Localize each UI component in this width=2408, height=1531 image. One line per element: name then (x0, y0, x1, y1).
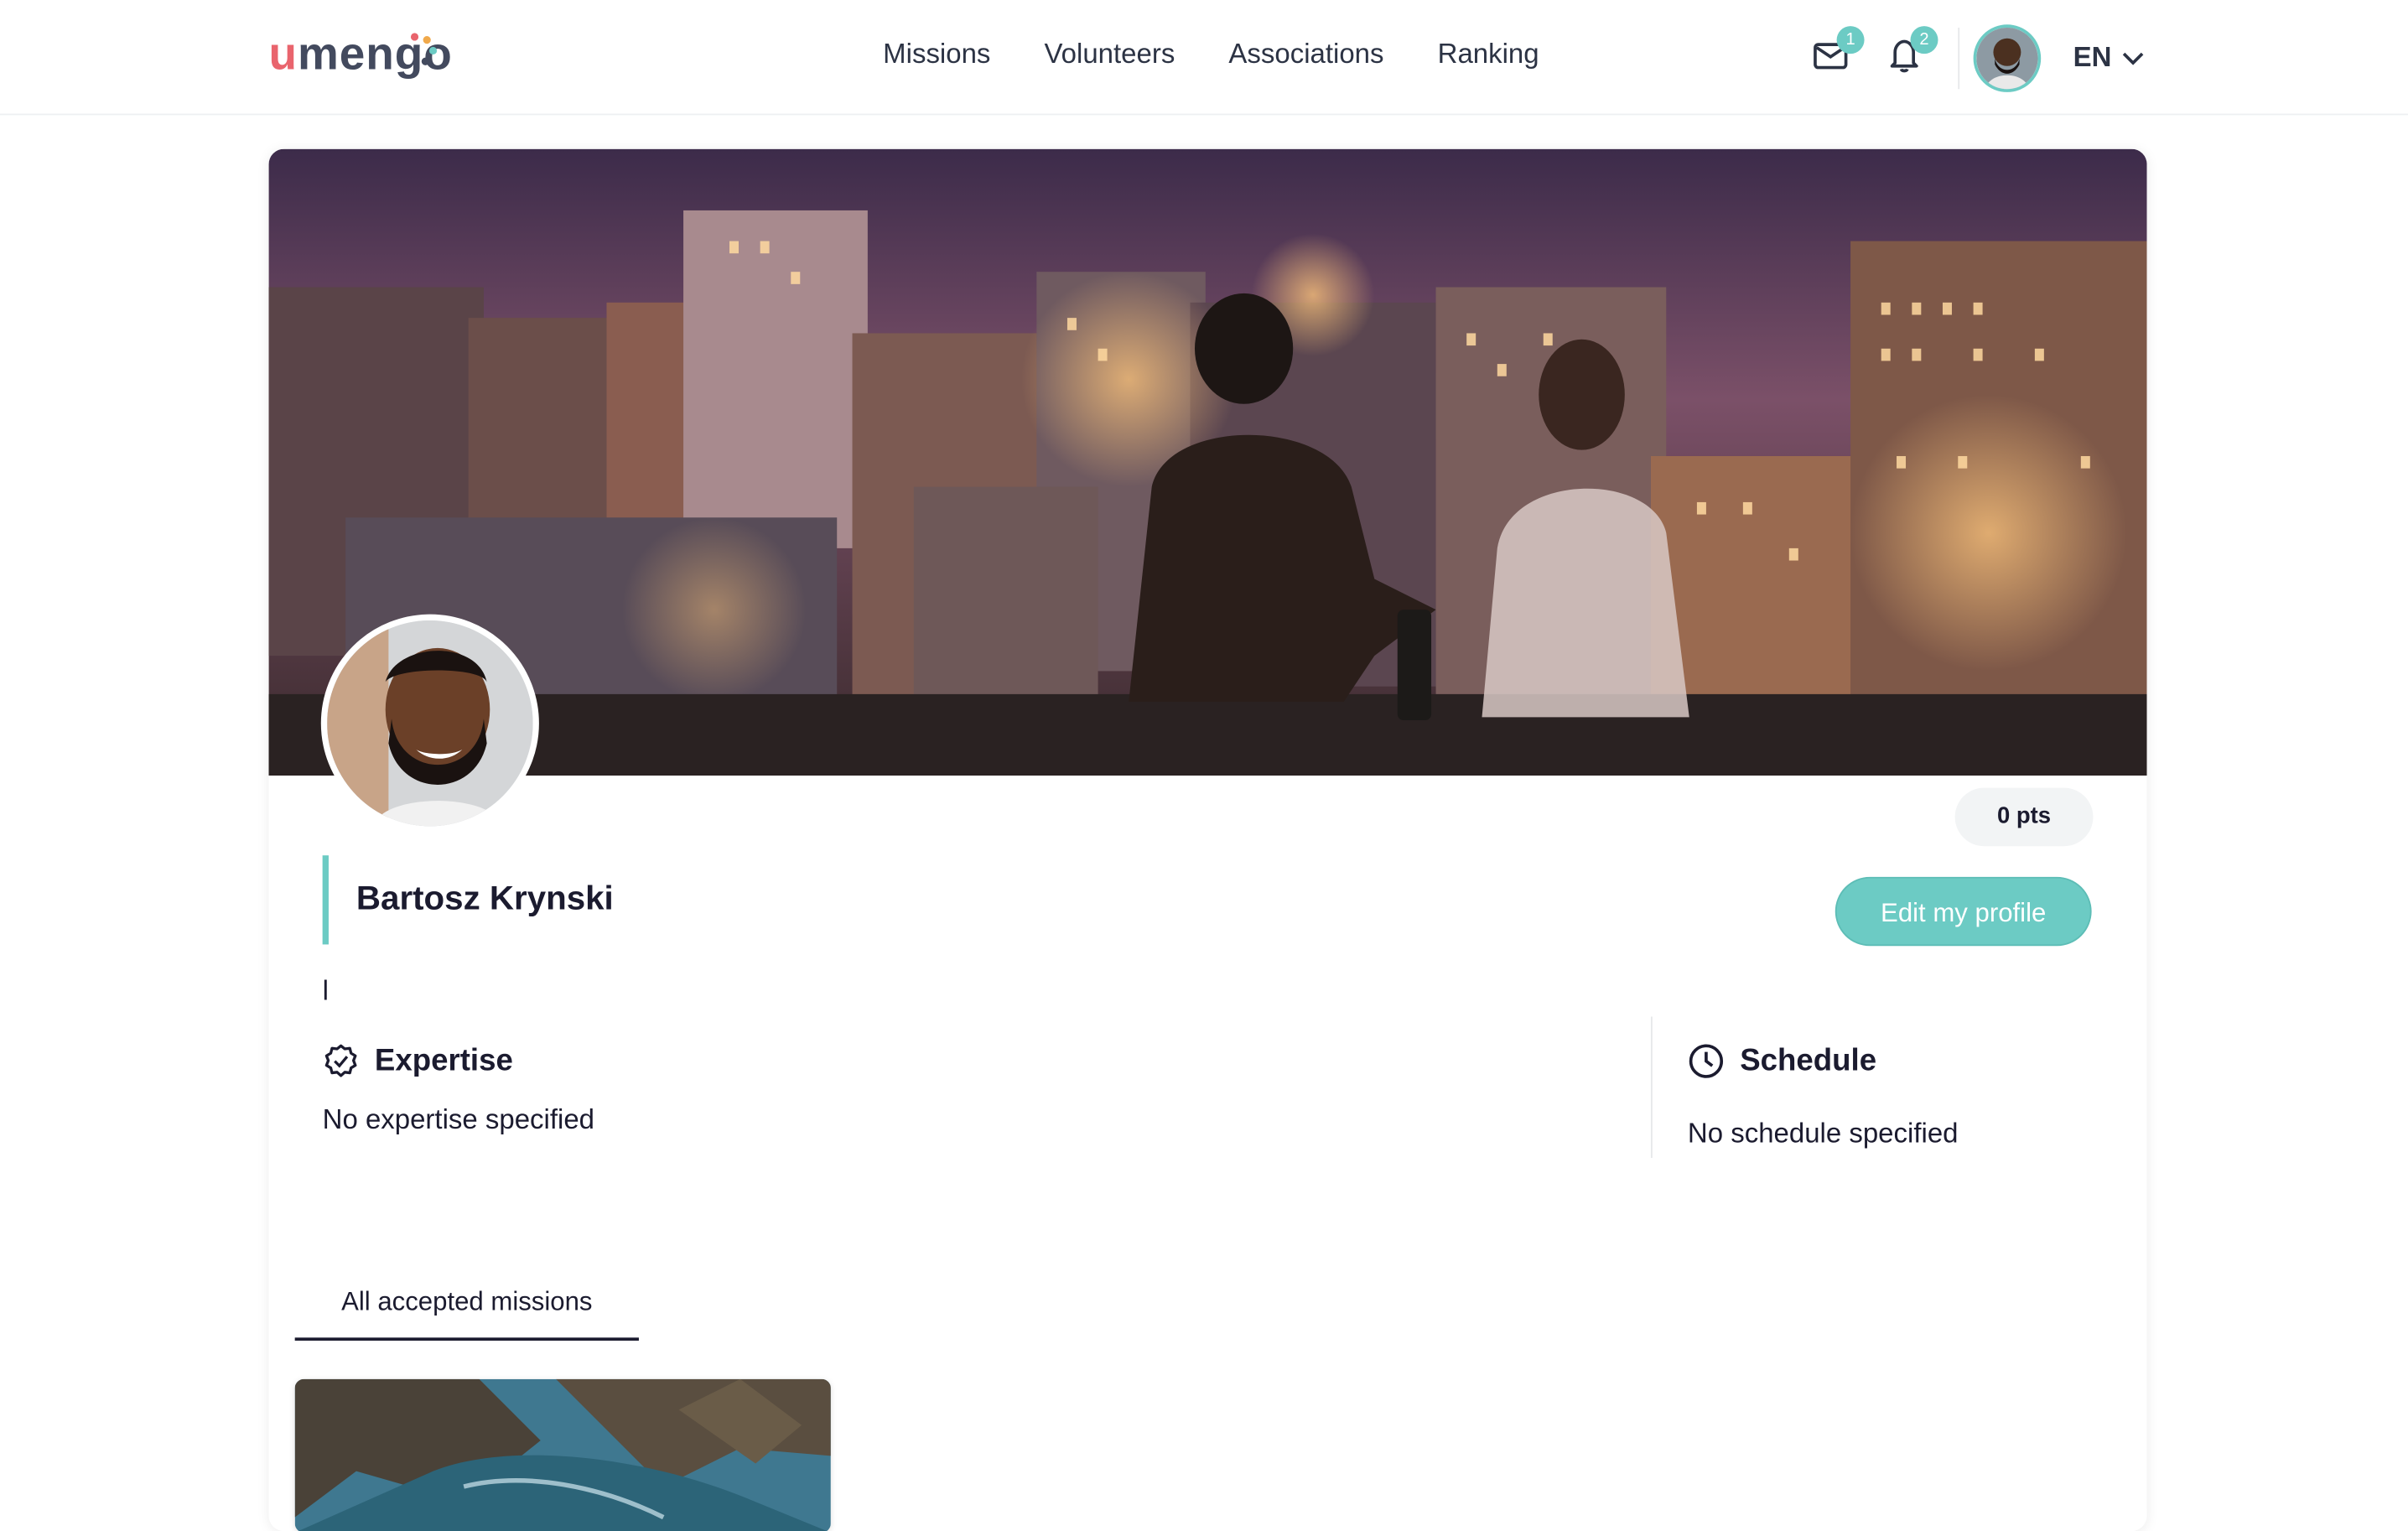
logo-dots-icon (410, 33, 438, 65)
expertise-title: Expertise (374, 1043, 513, 1077)
section-divider (1650, 1016, 1653, 1159)
logo-text-first: u (268, 29, 298, 80)
profile-name: Bartosz Krynski (355, 878, 614, 917)
schedule-heading: Schedule (1688, 1043, 1876, 1080)
profile-avatar (320, 614, 539, 833)
profile-bio: l (322, 975, 329, 1006)
nav-associations[interactable]: Associations (1228, 39, 1383, 70)
schedule-title: Schedule (1740, 1043, 1877, 1077)
points-badge: 0 pts (1954, 787, 2094, 847)
main-nav: Missions Volunteers Associations Ranking (883, 39, 1539, 70)
chevron-down-icon (2122, 51, 2144, 65)
expertise-text: No expertise specified (322, 1103, 595, 1135)
badge-check-icon (324, 1044, 357, 1077)
nav-ranking[interactable]: Ranking (1438, 39, 1539, 70)
cover-image (268, 148, 2147, 776)
notifications-count-badge: 2 (1910, 26, 1938, 54)
header-divider (1958, 27, 1960, 90)
nav-missions[interactable]: Missions (883, 39, 990, 70)
language-label: EN (2073, 41, 2112, 73)
top-navbar: umengo Missions Volunteers Associations … (0, 0, 2408, 116)
edit-profile-button[interactable]: Edit my profile (1835, 876, 2092, 947)
expertise-heading: Expertise (323, 1043, 513, 1080)
app-root: umengo Missions Volunteers Associations … (0, 0, 2408, 1531)
mission-card-image (294, 1378, 831, 1531)
clock-icon (1689, 1044, 1724, 1078)
profile-card: 0 pts Bartosz Krynski Edit my profile l … (268, 148, 2147, 1531)
nav-volunteers[interactable]: Volunteers (1045, 39, 1175, 70)
name-accent-bar (322, 855, 329, 945)
schedule-text: No schedule specified (1687, 1118, 1959, 1150)
tab-all-accepted-missions[interactable]: All accepted missions (294, 1282, 639, 1341)
messages-count-badge: 1 (1836, 26, 1865, 54)
user-avatar[interactable] (1973, 24, 2042, 92)
mission-card[interactable] (294, 1378, 831, 1531)
language-selector[interactable]: EN (2073, 41, 2146, 73)
